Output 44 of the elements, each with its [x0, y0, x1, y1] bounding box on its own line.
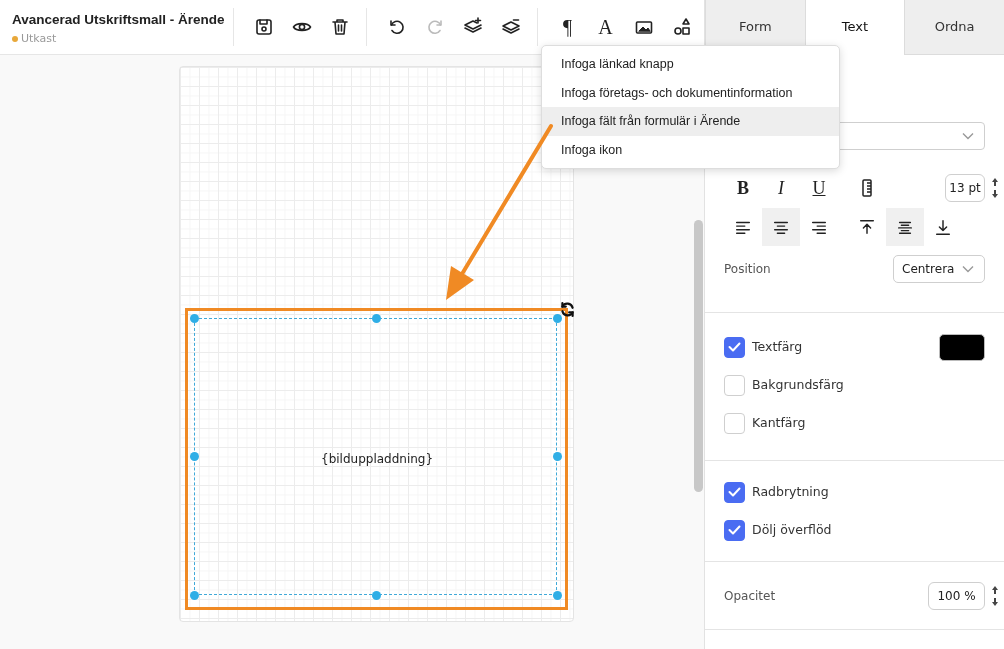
chevron-icon [962, 265, 975, 273]
checkmark-icon [728, 487, 741, 497]
checkbox-label: Radbrytning [752, 482, 829, 501]
opacity-field[interactable]: 100 % [928, 581, 985, 610]
checkbox[interactable] [724, 481, 745, 503]
spinner-icon[interactable] [991, 584, 999, 607]
checkbox-label: Textfärg [752, 337, 803, 356]
checkbox[interactable] [724, 519, 745, 541]
toolbar-button[interactable]: ¶ [553, 13, 582, 41]
resize-handle[interactable] [552, 451, 562, 461]
checkmark-icon [728, 525, 741, 535]
resize-handle[interactable] [371, 590, 381, 600]
checkmark-icon [728, 342, 741, 352]
checkbox-label: Kantfärg [752, 413, 806, 432]
resize-handle[interactable] [552, 590, 562, 600]
color-swatch[interactable] [939, 333, 985, 361]
resize-handle[interactable] [371, 313, 381, 323]
font-size-field[interactable]: 13 pt [945, 174, 985, 202]
chevron-icon [962, 132, 974, 140]
resize-handle[interactable] [189, 451, 199, 461]
position-label: Position [724, 261, 771, 278]
resize-handle[interactable] [552, 313, 562, 323]
menu-item[interactable]: Infoga ikon [542, 135, 839, 164]
checkbox-label: Dölj överflöd [752, 520, 832, 539]
opacity-label: Opacitet [724, 587, 776, 605]
menu-item[interactable]: Infoga fält från formulär i Ärende [542, 107, 839, 136]
resize-handle[interactable] [189, 313, 199, 323]
status-label: Utkast [21, 30, 57, 47]
placeholder-token: {bilduppladdning} [321, 451, 430, 468]
scrollbar[interactable] [694, 220, 703, 492]
underline-button[interactable]: U [800, 169, 838, 207]
menu-item[interactable]: Infoga företags- och dokumentinformation [542, 78, 839, 107]
spinner-icon[interactable] [991, 177, 999, 199]
bold-button[interactable]: B [724, 169, 762, 207]
document-title: Avancerad Utskriftsmall - Ärende [12, 10, 225, 29]
position-select[interactable]: Centrera [893, 255, 985, 283]
italic-button[interactable]: I [762, 169, 800, 207]
align-middle-icon[interactable] [886, 208, 924, 246]
panel-tab[interactable]: Ordna [904, 0, 1004, 55]
resize-handle[interactable] [189, 590, 199, 600]
toolbar-button[interactable]: A [591, 13, 620, 41]
checkbox[interactable] [724, 336, 745, 358]
align-center-icon[interactable] [762, 208, 800, 246]
checkbox-label: Bakgrundsfärg [752, 375, 844, 394]
